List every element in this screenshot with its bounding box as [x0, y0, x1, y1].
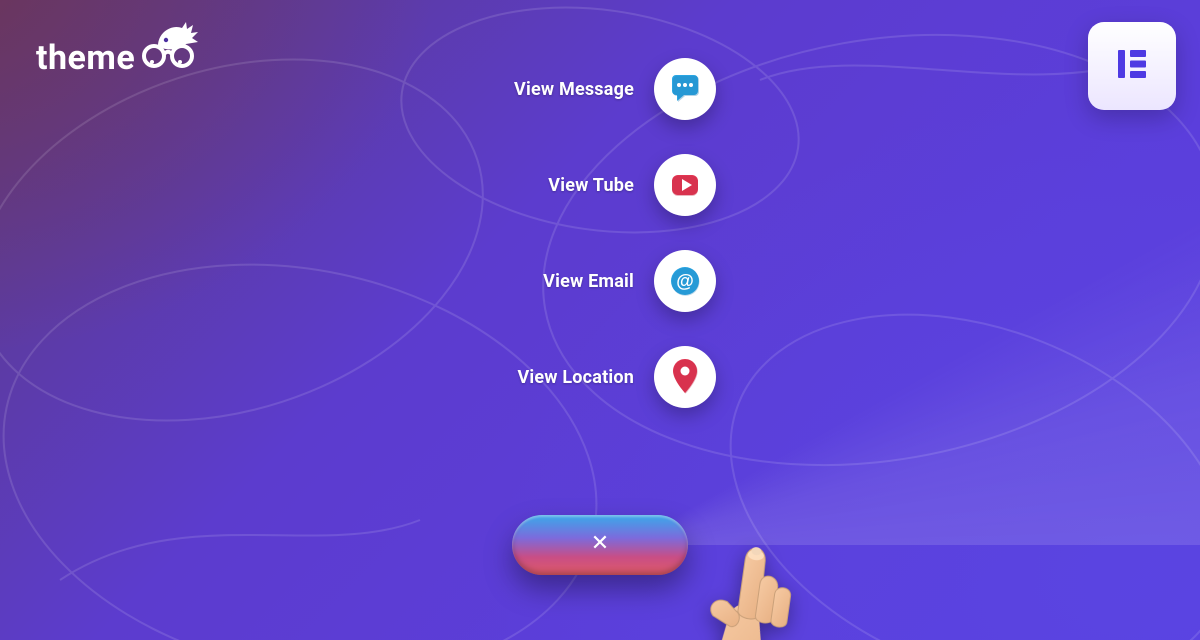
elementor-icon [1108, 40, 1156, 92]
menu-item-email[interactable]: View Email @ [484, 250, 716, 312]
stage: theme [0, 0, 1200, 640]
menu-item-label: View Location [484, 367, 634, 388]
floating-menu: View Message View Tube [484, 58, 716, 408]
menu-item-message[interactable]: View Message [484, 58, 716, 120]
menu-item-tube[interactable]: View Tube [484, 154, 716, 216]
menu-item-label: View Email [484, 271, 634, 292]
menu-item-label: View Message [484, 79, 634, 100]
at-icon: @ [654, 250, 716, 312]
brand-text: theme [36, 38, 135, 78]
youtube-icon [654, 154, 716, 216]
menu-item-location[interactable]: View Location [484, 346, 716, 408]
close-icon: ✕ [591, 533, 609, 555]
brand-logo: theme [36, 38, 195, 78]
menu-item-label: View Tube [484, 175, 634, 196]
brand-hedgehog-icon [152, 22, 198, 56]
pin-icon [654, 346, 716, 408]
svg-text:@: @ [676, 271, 694, 291]
elementor-badge [1088, 22, 1176, 110]
chat-icon [654, 58, 716, 120]
